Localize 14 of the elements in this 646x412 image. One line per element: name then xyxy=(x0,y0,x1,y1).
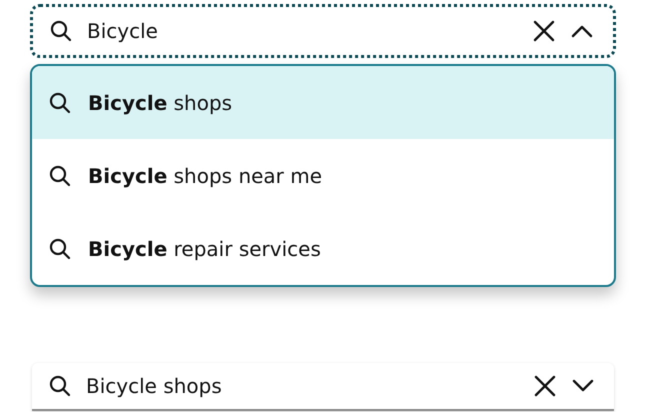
search-icon xyxy=(48,374,72,398)
suggestion-item[interactable]: Bicycle shops xyxy=(32,66,614,139)
search-icon xyxy=(48,236,72,260)
search-input[interactable]: Bicycle xyxy=(87,19,515,43)
search-bar[interactable]: Bicycle shops xyxy=(32,363,614,411)
suggestion-item[interactable]: Bicycle repair services xyxy=(32,212,614,285)
search-icon xyxy=(49,19,73,43)
search-icon xyxy=(48,90,72,114)
close-icon xyxy=(533,20,555,42)
suggestion-item[interactable]: Bicycle shops near me xyxy=(32,139,614,212)
search-bar[interactable]: Bicycle xyxy=(30,4,616,58)
close-icon xyxy=(534,375,556,397)
search-input[interactable]: Bicycle shops xyxy=(86,374,516,398)
search-icon xyxy=(48,164,72,188)
